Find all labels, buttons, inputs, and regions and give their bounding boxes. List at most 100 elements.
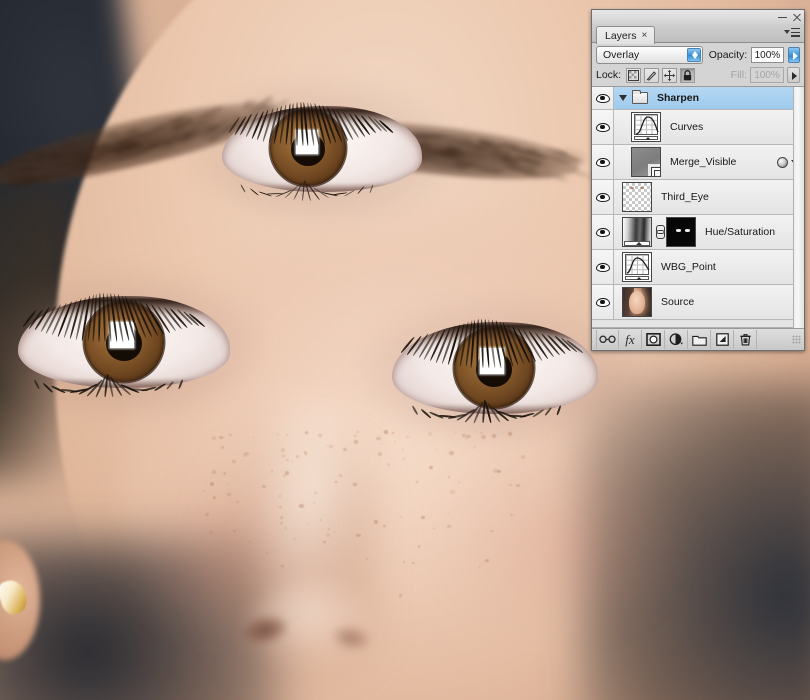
visibility-toggle-merge-visible[interactable] <box>592 145 614 179</box>
layers-panel[interactable]: Layers × Overlay Opacity: 100% Lock: Fil… <box>591 10 805 351</box>
fill-input[interactable]: 100% <box>750 67 784 83</box>
visibility-toggle-hue-saturation[interactable] <box>592 215 614 249</box>
application-window: Layers × Overlay Opacity: 100% Lock: Fil… <box>0 0 810 700</box>
freckle <box>384 430 388 433</box>
eye-icon <box>596 193 610 202</box>
freckle <box>490 530 493 533</box>
freckle <box>406 436 408 438</box>
layer-thumbnail-curves[interactable] <box>631 112 661 142</box>
freckle <box>380 443 381 444</box>
visibility-toggle-sharpen[interactable] <box>592 87 614 109</box>
layer-row-source[interactable]: Source <box>592 285 804 320</box>
eyebrow-hair <box>467 151 490 156</box>
freckle <box>233 530 236 532</box>
freckle <box>402 449 404 451</box>
freckle <box>296 455 299 458</box>
freckle <box>458 482 460 484</box>
freckle <box>392 432 395 434</box>
tab-close-icon[interactable]: × <box>642 31 648 41</box>
freckle <box>510 514 513 516</box>
freckle <box>402 458 405 460</box>
freckle <box>262 485 266 488</box>
freckle <box>383 525 386 527</box>
freckle <box>284 527 287 529</box>
freckle <box>339 474 342 477</box>
visibility-toggle-source[interactable] <box>592 285 614 319</box>
lock-row: Lock: Fill: 100% <box>592 66 804 87</box>
layer-row-hue-saturation[interactable]: Hue/Saturation <box>592 215 804 250</box>
freckle <box>211 477 213 478</box>
freckle <box>399 594 402 597</box>
freckle <box>343 448 347 452</box>
opacity-slider-arrow-icon[interactable] <box>788 47 800 63</box>
freckle <box>222 612 224 614</box>
eyebrow-hair <box>4 172 17 174</box>
freckle <box>516 484 520 488</box>
freckle <box>245 452 249 456</box>
freckle <box>338 526 339 527</box>
panel-titlebar[interactable] <box>591 9 805 24</box>
new-layer-button[interactable] <box>711 330 734 349</box>
layer-style-button[interactable]: fx <box>619 330 642 349</box>
layer-name-curves: Curves <box>670 121 703 133</box>
layer-row-third-eye[interactable]: Third_Eye <box>592 180 804 215</box>
new-group-button[interactable] <box>688 330 711 349</box>
tab-layers[interactable]: Layers × <box>596 26 655 44</box>
freckle <box>366 558 368 560</box>
opacity-input[interactable]: 100% <box>751 47 783 63</box>
layer-thumbnail-hue-saturation[interactable] <box>622 217 652 247</box>
close-icon[interactable] <box>792 13 801 22</box>
minimize-icon[interactable] <box>778 13 787 22</box>
panel-menu-icon[interactable] <box>784 27 800 40</box>
layer-style-indicator-icon[interactable] <box>777 157 788 168</box>
visibility-toggle-wbg-point[interactable] <box>592 250 614 284</box>
freckle <box>280 516 283 518</box>
layer-mask-thumbnail-hue-saturation[interactable] <box>666 217 696 247</box>
freckle <box>205 513 209 516</box>
third-eye-composite <box>222 106 422 192</box>
fill-slider-arrow-icon[interactable] <box>787 67 800 83</box>
layer-thumbnail-merge-visible[interactable] <box>631 147 661 177</box>
folder-icon <box>632 92 648 104</box>
freckle <box>326 533 330 536</box>
lock-transparent-pixels-button[interactable] <box>626 68 641 83</box>
freckle <box>394 441 395 442</box>
eyebrow-hair <box>47 147 62 150</box>
freckle <box>271 470 273 472</box>
layer-row-sharpen[interactable]: Sharpen <box>592 87 804 110</box>
layer-thumbnail-wbg-point[interactable] <box>622 252 652 282</box>
visibility-toggle-third-eye[interactable] <box>592 180 614 214</box>
layer-row-wbg-point[interactable]: WBG_Point <box>592 250 804 285</box>
chevron-down-icon[interactable] <box>619 95 627 101</box>
layer-row-curves[interactable]: Curves <box>592 110 804 145</box>
layer-name-source: Source <box>661 296 694 308</box>
add-layer-mask-button[interactable] <box>642 330 665 349</box>
layer-thumbnail-source[interactable] <box>622 287 652 317</box>
delete-layer-button[interactable] <box>734 330 757 349</box>
third-eye-lower-lashline <box>234 183 410 192</box>
freckle <box>293 538 296 540</box>
lock-position-button[interactable] <box>662 68 677 83</box>
link-mask-icon[interactable] <box>655 225 664 239</box>
freckle <box>227 493 231 496</box>
eye-icon <box>596 158 610 167</box>
new-adjustment-layer-button[interactable] <box>665 330 688 349</box>
eyebrow-hair <box>4 180 17 182</box>
tab-layers-label: Layers <box>605 30 637 42</box>
blend-mode-select[interactable]: Overlay <box>596 46 703 64</box>
layer-row-merge-visible[interactable]: Merge_Visible <box>592 145 804 180</box>
visibility-toggle-curves[interactable] <box>592 110 614 144</box>
freckle <box>304 451 307 454</box>
lock-image-pixels-button[interactable] <box>644 68 659 83</box>
layer-thumbnail-third-eye[interactable] <box>622 182 652 212</box>
freckle <box>334 531 336 533</box>
blend-mode-stepper-icon[interactable] <box>687 48 701 62</box>
link-layers-button[interactable] <box>596 330 619 349</box>
eye-right <box>392 322 598 414</box>
layer-name-third-eye: Third_Eye <box>661 191 709 203</box>
layer-list-scrollbar[interactable] <box>793 87 804 328</box>
freckle <box>429 466 433 470</box>
lock-all-button[interactable] <box>680 68 695 83</box>
freckle <box>335 481 337 483</box>
panel-resize-grip[interactable] <box>792 335 801 344</box>
